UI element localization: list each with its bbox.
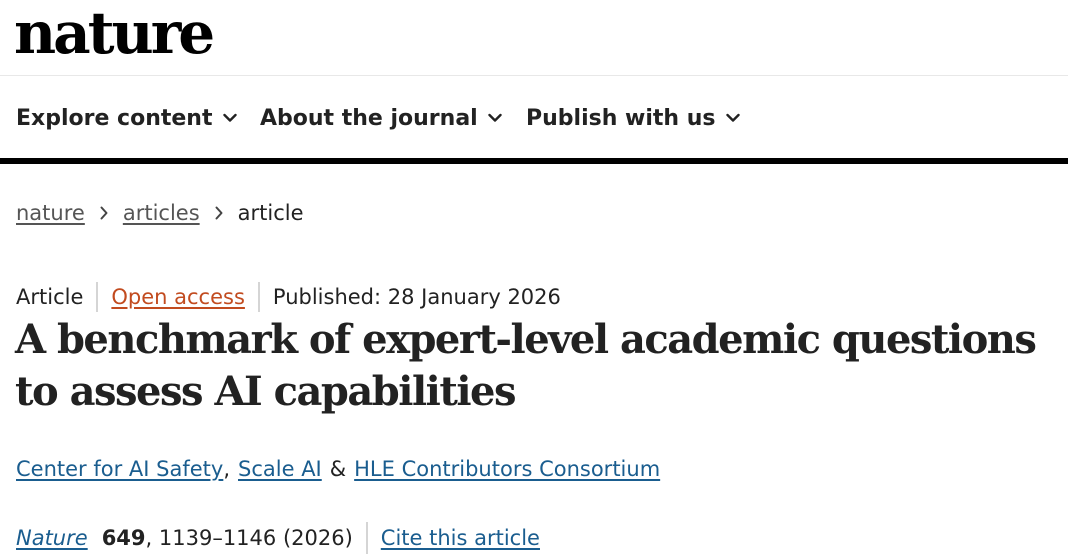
author-link[interactable]: Center for AI Safety: [16, 457, 223, 481]
chevron-right-icon: [99, 206, 109, 220]
nav-explore-content[interactable]: Explore content: [16, 103, 237, 133]
breadcrumb-link-articles[interactable]: articles: [123, 201, 200, 225]
masthead: nature: [0, 0, 1068, 76]
open-access-link[interactable]: Open access: [111, 285, 245, 309]
chevron-right-icon: [214, 206, 224, 220]
breadcrumb: nature articles article: [16, 198, 304, 228]
article-title: A benchmark of expert-level academic que…: [15, 316, 1037, 415]
nav-label: About the journal: [260, 105, 478, 131]
meta-divider: [257, 282, 260, 312]
main-nav: Explore content About the journal Publis…: [0, 77, 1068, 164]
article-meta: Article Open access Published: 28 Januar…: [16, 282, 561, 312]
author-separator: &: [329, 457, 347, 481]
nav-label: Explore content: [16, 105, 213, 131]
nav-about-the-journal[interactable]: About the journal: [260, 103, 502, 133]
article-type: Article: [16, 285, 84, 309]
author-link[interactable]: Scale AI: [238, 457, 322, 481]
cite-this-article-link[interactable]: Cite this article: [381, 526, 540, 550]
chevron-down-icon: [488, 113, 502, 123]
citation-line: Nature 649 , 1139–1146 (2026) Cite this …: [16, 522, 540, 554]
published-date: Published: 28 January 2026: [272, 285, 561, 309]
breadcrumb-current: article: [237, 201, 304, 225]
meta-divider: [96, 282, 99, 312]
chevron-down-icon: [725, 113, 740, 123]
nav-label: Publish with us: [526, 105, 716, 131]
volume-number: 649: [101, 526, 146, 550]
nav-publish-with-us[interactable]: Publish with us: [526, 103, 740, 133]
author-list: Center for AI Safety , Scale AI & HLE Co…: [16, 454, 660, 484]
citation-divider: [365, 522, 368, 554]
breadcrumb-link-nature[interactable]: nature: [16, 201, 85, 225]
nature-logo[interactable]: nature: [14, 0, 215, 68]
author-link[interactable]: HLE Contributors Consortium: [354, 457, 660, 481]
chevron-down-icon: [222, 113, 237, 123]
author-separator: ,: [223, 457, 231, 481]
page-range: , 1139–1146 (2026): [145, 526, 353, 550]
journal-link[interactable]: Nature: [16, 526, 88, 550]
